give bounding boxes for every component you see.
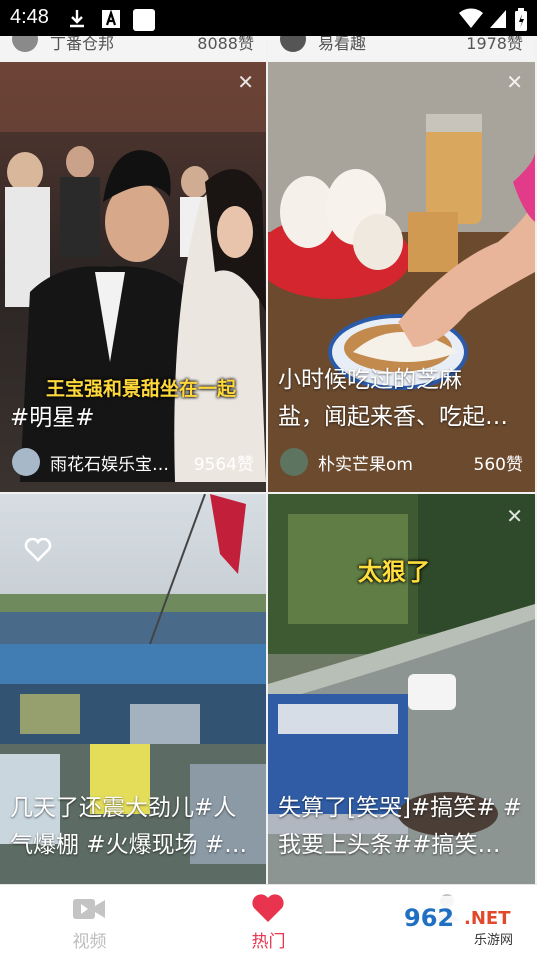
card-footer: 朴实芒果om 560赞 — [268, 448, 535, 478]
svg-text:962: 962 — [404, 904, 454, 932]
video-overlay-text: 太狠了 — [358, 558, 430, 586]
wifi-icon — [459, 8, 483, 28]
video-caption-line: 气爆棚 #火爆现场 #… — [10, 832, 248, 858]
video-overlay-text: 王宝强和景甜坐在一起 — [46, 378, 237, 400]
card-footer: 雨花石娱乐宝… 9564赞 — [0, 448, 266, 478]
watermark-logo: 962 .NET 乐游网 — [398, 896, 532, 950]
battery-icon — [515, 8, 527, 31]
author-name[interactable]: 朴实芒果om — [318, 450, 413, 475]
tab-video[interactable]: 视频 — [0, 885, 179, 957]
svg-text:.NET: .NET — [464, 908, 511, 929]
video-card[interactable]: ✕ 王宝强和景甜坐在一起 #明星# 雨花石娱乐宝… 9564赞 — [0, 62, 266, 492]
video-caption-line: 我要上头条##搞笑… — [278, 832, 501, 858]
likes-count: 9564赞 — [193, 455, 254, 475]
like-heart-icon[interactable] — [24, 538, 52, 562]
author-name: 丁番仓邦 — [50, 36, 115, 53]
video-icon — [73, 899, 105, 919]
status-bar: 4:48 — [0, 0, 537, 36]
close-icon[interactable]: ✕ — [506, 70, 523, 94]
svg-text:乐游网: 乐游网 — [474, 933, 513, 948]
video-card[interactable]: 几天了还震大劲儿#人 气爆棚 #火爆现场 #… — [0, 494, 266, 884]
author-name: 易看趣 — [318, 36, 367, 53]
video-card[interactable]: ✕ 小时候吃过的芝麻 盐，闻起来香、吃起… 朴实芒果om 560赞 — [268, 62, 535, 492]
avatar[interactable] — [280, 448, 308, 476]
video-caption-line: 失算了[笑哭]#搞笑# # — [278, 795, 523, 821]
avatar — [280, 36, 306, 52]
likes-count: 8088赞 — [197, 36, 254, 53]
likes-count: 1978赞 — [466, 36, 523, 53]
video-card[interactable]: ✕ 太狠了 失算了[笑哭]#搞笑# # 我要上头条##搞笑… — [268, 494, 535, 884]
signal-icon — [490, 10, 506, 28]
close-icon[interactable]: ✕ — [237, 70, 254, 94]
text-a-icon — [102, 9, 120, 28]
video-caption-line: 小时候吃过的芝麻 — [278, 367, 462, 393]
tab-hot[interactable]: 热门 — [179, 885, 358, 957]
partial-card-right[interactable]: 易看趣 1978赞 — [268, 36, 535, 60]
heart-icon — [252, 894, 284, 922]
video-caption-line: 几天了还震大劲儿#人 — [10, 795, 237, 821]
app-square-icon — [133, 9, 155, 31]
partial-card-left[interactable]: 丁番仓邦 8088赞 — [0, 36, 266, 60]
video-caption: 失算了[笑哭]#搞笑# # 我要上头条##搞笑… — [278, 790, 525, 864]
video-grid: 丁番仓邦 8088赞 易看趣 1978赞 ✕ 王宝强和景甜坐在一起 #明星# 雨… — [0, 36, 537, 884]
avatar — [12, 36, 38, 52]
close-icon[interactable]: ✕ — [506, 504, 523, 528]
download-icon — [70, 10, 84, 28]
likes-count: 560赞 — [473, 455, 523, 475]
author-name[interactable]: 雨花石娱乐宝… — [50, 450, 169, 475]
video-caption: 小时候吃过的芝麻 盐，闻起来香、吃起… — [278, 362, 525, 436]
status-time: 4:48 — [10, 6, 49, 28]
video-caption: #明星# — [10, 405, 95, 431]
tab-label: 热门 — [251, 932, 286, 952]
video-caption-line: 盐，闻起来香、吃起… — [278, 404, 508, 430]
avatar[interactable] — [12, 448, 40, 476]
tab-label: 视频 — [72, 932, 107, 952]
video-caption: 几天了还震大劲儿#人 气爆棚 #火爆现场 #… — [10, 790, 256, 864]
